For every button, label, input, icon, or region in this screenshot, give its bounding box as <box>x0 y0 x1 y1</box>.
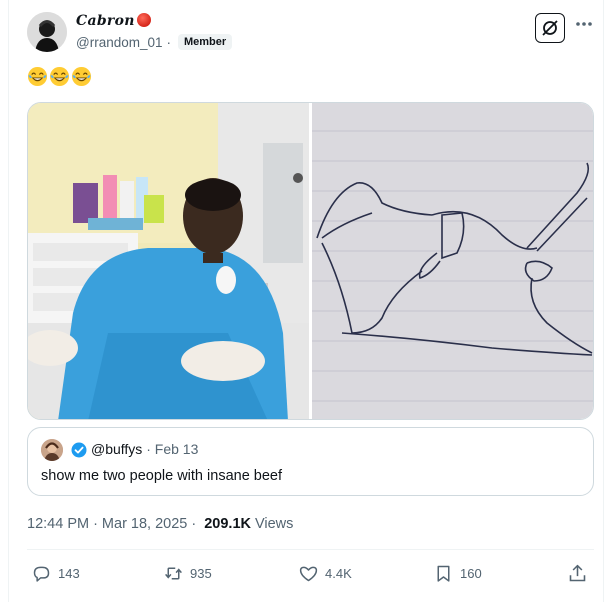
member-badge[interactable]: Member <box>178 34 233 50</box>
quoted-meta: @buffys · Feb 13 <box>91 441 198 457</box>
like-button[interactable]: 4.4K <box>298 563 352 584</box>
author-handle-row: @rrandom_01 · Member <box>76 34 233 50</box>
divider <box>27 549 594 550</box>
bookmark-button[interactable]: 160 <box>433 563 482 584</box>
post-date[interactable]: Mar 18, 2025 <box>102 516 187 532</box>
face-with-tears-of-joy-icon <box>49 66 70 87</box>
post-media-grid <box>27 102 594 420</box>
quoted-date[interactable]: Feb 13 <box>155 441 199 457</box>
media-photo-hospital[interactable] <box>28 103 309 419</box>
separator-dot: · <box>93 516 98 532</box>
bookmark-count: 160 <box>460 566 482 581</box>
views-count: 209.1K <box>204 516 251 532</box>
author-display-name[interactable]: Cabron <box>76 13 151 29</box>
post-text <box>27 66 92 87</box>
quoted-post[interactable]: @buffys · Feb 13 show me two people with… <box>27 427 594 496</box>
grok-icon <box>542 20 558 36</box>
red-ball-emoji-icon <box>136 13 151 27</box>
quoted-author-avatar[interactable] <box>41 439 63 461</box>
post-time[interactable]: 12:44 PM <box>27 516 89 532</box>
face-with-tears-of-joy-icon <box>27 66 48 87</box>
share-button[interactable] <box>567 563 588 584</box>
verified-badge-icon <box>71 442 87 458</box>
post-timestamp-row: 12:44 PM · Mar 18, 2025 · 209.1K Views <box>27 516 293 532</box>
face-with-tears-of-joy-icon <box>71 66 92 87</box>
repost-button[interactable]: 935 <box>163 563 212 584</box>
views-label: Views <box>254 516 294 532</box>
repost-count: 935 <box>190 566 212 581</box>
reply-count: 143 <box>58 566 80 581</box>
display-name-text: Cabron <box>76 13 135 29</box>
heart-icon <box>299 566 318 582</box>
quoted-handle[interactable]: @buffys <box>91 441 142 457</box>
like-count: 4.4K <box>325 566 352 581</box>
bookmark-icon <box>437 565 450 582</box>
author-avatar[interactable] <box>27 12 67 52</box>
action-bar: 143 935 4.4K 160 <box>27 563 594 589</box>
reply-icon <box>33 566 50 582</box>
separator-dot: · <box>191 516 197 532</box>
separator-dot: · <box>166 34 172 50</box>
more-icon <box>576 22 592 26</box>
media-photo-sketch[interactable] <box>312 103 593 419</box>
repost-icon <box>165 567 182 580</box>
quoted-text: show me two people with insane beef <box>41 468 283 484</box>
author-handle[interactable]: @rrandom_01 <box>76 35 163 50</box>
separator-dot: · <box>146 441 151 457</box>
reply-button[interactable]: 143 <box>31 563 80 584</box>
grok-button[interactable] <box>535 13 565 43</box>
more-options-button[interactable] <box>574 14 594 34</box>
share-icon <box>569 564 586 582</box>
